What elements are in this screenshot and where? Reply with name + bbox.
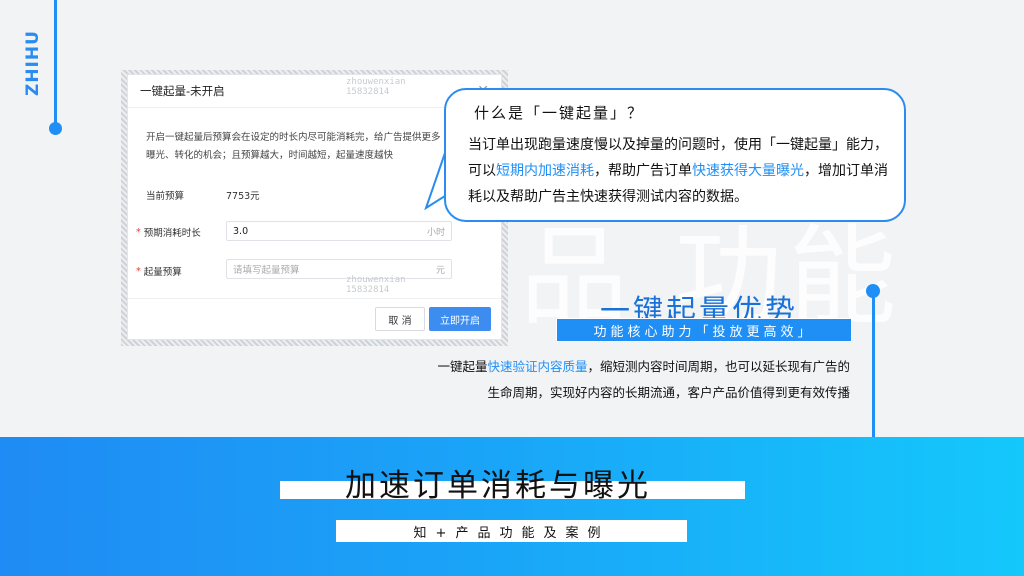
explanation-bubble: 什么是「一键起量」？ 当订单出现跑量速度慢以及掉量的问题时，使用「一键起量」能力…: [444, 88, 906, 222]
bubble-highlight: 短期内加速消耗: [496, 163, 594, 179]
duration-label: 预期消耗时长: [143, 228, 201, 239]
duration-value: 3.0: [233, 225, 249, 237]
cancel-button[interactable]: 取 消: [375, 307, 425, 331]
bubble-title: 什么是「一键起量」？: [474, 104, 645, 122]
current-budget-label: 当前预算: [146, 191, 185, 202]
current-budget-value: 7753元: [226, 191, 260, 202]
bottom-banner: [0, 437, 1024, 576]
budget-input[interactable]: 请填写起量预算 元: [226, 259, 452, 279]
desc-text: 生命周期，实现好内容的长期流通，客户产品价值得到更有效传播: [487, 385, 850, 400]
section-tagline: 功能核心助力「投放更高效」: [556, 318, 852, 342]
watermark-line: zhouwenxian: [346, 275, 406, 285]
desc-text: ，缩短测内容时间周期，也可以延长现有广告的: [587, 359, 850, 374]
required-mark: *: [136, 226, 141, 238]
duration-row: * 预期消耗时长: [136, 225, 201, 240]
bubble-body: 当订单出现跑量速度慢以及掉量的问题时，使用「一键起量」能力，可以短期内加速消耗，…: [468, 132, 888, 210]
current-budget-row: 当前预算 7753元: [146, 188, 260, 202]
required-mark: *: [136, 265, 141, 277]
watermark-line: zhouwenxian: [346, 77, 406, 87]
watermark-line: 15832814: [346, 87, 390, 97]
left-rail-line: [54, 0, 57, 124]
left-rail-dot: [49, 122, 62, 135]
duration-unit: 小时: [426, 227, 445, 238]
budget-unit: 元: [435, 265, 445, 276]
bubble-text: ，帮助广告订单: [594, 163, 692, 179]
budget-label: 起量预算: [143, 267, 182, 278]
right-rail-line: [872, 290, 875, 438]
modal-footer: 取 消 立即开启: [128, 298, 501, 339]
desc-text: 一键起量: [437, 359, 488, 374]
bottom-subtitle: 知+产品功能及案例: [336, 520, 687, 542]
watermark-line: 15832814: [346, 285, 390, 295]
modal-title: 一键起量-未开启: [140, 84, 225, 98]
duration-input[interactable]: 3.0 小时: [226, 221, 452, 241]
user-watermark: zhouwenxian 15832814: [346, 77, 406, 97]
bottom-title: 加速订单消耗与曝光: [345, 468, 651, 504]
budget-placeholder: 请填写起量预算: [233, 265, 300, 276]
bubble-highlight: 快速获得大量曝光: [692, 163, 804, 179]
right-rail-dot: [866, 284, 880, 298]
desc-highlight: 快速验证内容质量: [487, 359, 588, 374]
user-watermark: zhouwenxian 15832814: [346, 275, 406, 295]
budget-row: * 起量预算: [136, 264, 182, 279]
modal-description: 开启一键起量后预算会在设定的时长内尽可能消耗完，给广告提供更多曝光、转化的机会；…: [146, 132, 441, 161]
section-description: 一键起量快速验证内容质量，缩短测内容时间周期，也可以延长现有广告的 生命周期，实…: [350, 354, 850, 406]
brand-logo: ZHIHU: [23, 30, 43, 96]
enable-now-button[interactable]: 立即开启: [429, 307, 491, 331]
